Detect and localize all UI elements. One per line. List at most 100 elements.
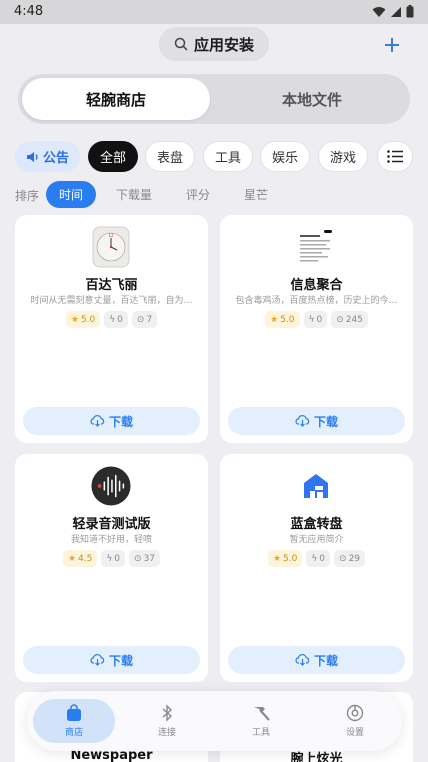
app-icon-watch-face: 12	[91, 225, 131, 269]
sort-label: 排序	[15, 189, 40, 203]
tab-local-files[interactable]: 本地文件	[218, 78, 406, 120]
notice-label: 公告	[42, 151, 69, 166]
app-stats: ★ 5.0 ϟ0 ⊙ 245	[220, 311, 413, 328]
app-icon-info-aggregator	[296, 225, 336, 269]
chip-watchface[interactable]: 表盘	[145, 141, 195, 172]
svg-text:12: 12	[108, 233, 114, 238]
category-chips: 公告 全部 表盘 工具 娱乐 游戏	[15, 141, 428, 173]
rating-badge: ★ 5.0	[265, 311, 300, 328]
nav-connect[interactable]: 连接	[127, 691, 207, 751]
nav-tools-label: 工具	[251, 728, 270, 738]
bolt-icon: ϟ	[106, 553, 113, 564]
source-tabs: 轻腕商店 本地文件	[18, 74, 410, 124]
tab-store[interactable]: 轻腕商店	[22, 78, 210, 120]
category-menu-button[interactable]	[377, 141, 413, 172]
download-count-icon: ⊙	[134, 553, 142, 564]
likes-badge: ϟ0	[104, 311, 128, 328]
app-header: 应用安装	[0, 24, 428, 68]
app-card[interactable]: 蓝盒转盘 暂无应用简介 ★ 5.0 ϟ0 ⊙ 29 下载	[220, 454, 413, 682]
rating-badge: ★ 5.0	[267, 550, 303, 567]
star-icon: ★	[70, 314, 79, 325]
download-button[interactable]: 下载	[23, 646, 200, 674]
rating-badge: ★ 4.5	[62, 550, 98, 567]
likes-badge: ϟ0	[303, 311, 328, 328]
sort-by-downloads[interactable]: 下载量	[107, 181, 161, 208]
nav-store-label: 商店	[64, 728, 83, 738]
status-bar: 4:48	[0, 0, 428, 24]
download-button[interactable]: 下载	[228, 407, 405, 435]
chip-tools[interactable]: 工具	[203, 141, 253, 172]
download-button[interactable]: 下载	[23, 407, 200, 435]
cloud-download-icon	[295, 415, 310, 427]
download-label: 下载	[108, 653, 133, 668]
downloads-value: 37	[143, 553, 156, 564]
sort-by-time[interactable]: 时间	[46, 181, 96, 208]
downloads-badge: ⊙ 245	[331, 311, 368, 328]
battery-icon	[406, 5, 414, 18]
app-card[interactable]: 12 百达飞丽 时间从无需刻意丈量，百达飞丽，自为… ★ 5.0 ϟ0 ⊙ 7 下载	[15, 215, 208, 443]
downloads-value: 7	[146, 314, 153, 325]
hammer-icon	[254, 707, 270, 721]
star-icon: ★	[270, 314, 279, 325]
rating-value: 5.0	[283, 553, 298, 564]
app-stats: ★ 5.0 ϟ0 ⊙ 7	[15, 311, 208, 328]
app-description: 我知道不好用，轻喷	[70, 535, 152, 545]
chip-games[interactable]: 游戏	[318, 141, 368, 172]
list-icon	[387, 150, 403, 163]
bottom-nav: 商店 连接 工具 设置	[27, 691, 402, 751]
likes-value: 0	[114, 553, 121, 564]
wifi-icon	[372, 6, 386, 17]
bolt-icon: ϟ	[311, 553, 318, 564]
star-icon: ★	[272, 553, 282, 564]
nav-store[interactable]: 商店	[33, 699, 115, 743]
speaker-icon	[26, 151, 38, 162]
search-pill[interactable]: 应用安装	[159, 27, 269, 61]
downloads-value: 245	[345, 314, 363, 325]
app-icon-recorder	[91, 464, 131, 508]
bolt-icon: ϟ	[308, 314, 315, 325]
app-card[interactable]: 轻录音测试版 我知道不好用，轻喷 ★ 4.5 ϟ0 ⊙ 37 下载	[15, 454, 208, 682]
shopping-bag-icon	[67, 704, 81, 721]
app-card[interactable]: 信息聚合 包含毒鸡汤，百度热点榜，历史上的今… ★ 5.0 ϟ0 ⊙ 245 下载	[220, 215, 413, 443]
downloads-badge: ⊙ 29	[334, 550, 366, 567]
app-name: 信息聚合	[290, 278, 343, 293]
downloads-value: 29	[348, 553, 361, 564]
downloads-badge: ⊙ 7	[131, 311, 158, 328]
signal-icon	[391, 6, 401, 17]
rating-value: 5.0	[80, 314, 96, 325]
sort-by-rating[interactable]: 评分	[175, 181, 221, 208]
app-name: 百达飞丽	[85, 278, 138, 293]
likes-value: 0	[316, 314, 323, 325]
likes-value: 0	[117, 314, 123, 325]
plus-icon	[385, 38, 399, 52]
likes-badge: ϟ0	[306, 550, 331, 567]
bolt-icon: ϟ	[109, 314, 116, 325]
nav-settings[interactable]: 设置	[315, 691, 395, 751]
page-title: 应用安装	[193, 35, 254, 54]
download-label: 下载	[313, 414, 338, 429]
rating-value: 4.5	[78, 553, 93, 564]
rating-badge: ★ 5.0	[65, 311, 101, 328]
nav-connect-label: 连接	[157, 728, 176, 738]
app-description: 时间从无需刻意丈量，百达飞丽，自为…	[30, 296, 193, 306]
system-icons	[372, 5, 414, 18]
chip-entertainment[interactable]: 娱乐	[260, 141, 310, 172]
add-button[interactable]	[379, 32, 405, 58]
sort-by-stars[interactable]: 星芒	[233, 181, 279, 208]
search-icon	[174, 37, 188, 51]
app-name: 轻录音测试版	[72, 517, 151, 532]
cloud-download-icon	[90, 415, 105, 427]
likes-badge: ϟ0	[101, 550, 126, 567]
app-description: 包含毒鸡汤，百度热点榜，历史上的今…	[235, 296, 398, 306]
nav-settings-label: 设置	[345, 728, 364, 738]
nav-tools[interactable]: 工具	[221, 691, 301, 751]
download-label: 下载	[108, 414, 133, 429]
download-button[interactable]: 下载	[228, 646, 405, 674]
chip-all[interactable]: 全部	[88, 141, 138, 172]
app-name: 蓝盒转盘	[290, 517, 343, 532]
cloud-download-icon	[90, 654, 105, 666]
cloud-download-icon	[295, 654, 310, 666]
star-icon: ★	[67, 553, 77, 564]
notice-chip[interactable]: 公告	[15, 141, 80, 172]
settings-icon	[346, 704, 364, 722]
